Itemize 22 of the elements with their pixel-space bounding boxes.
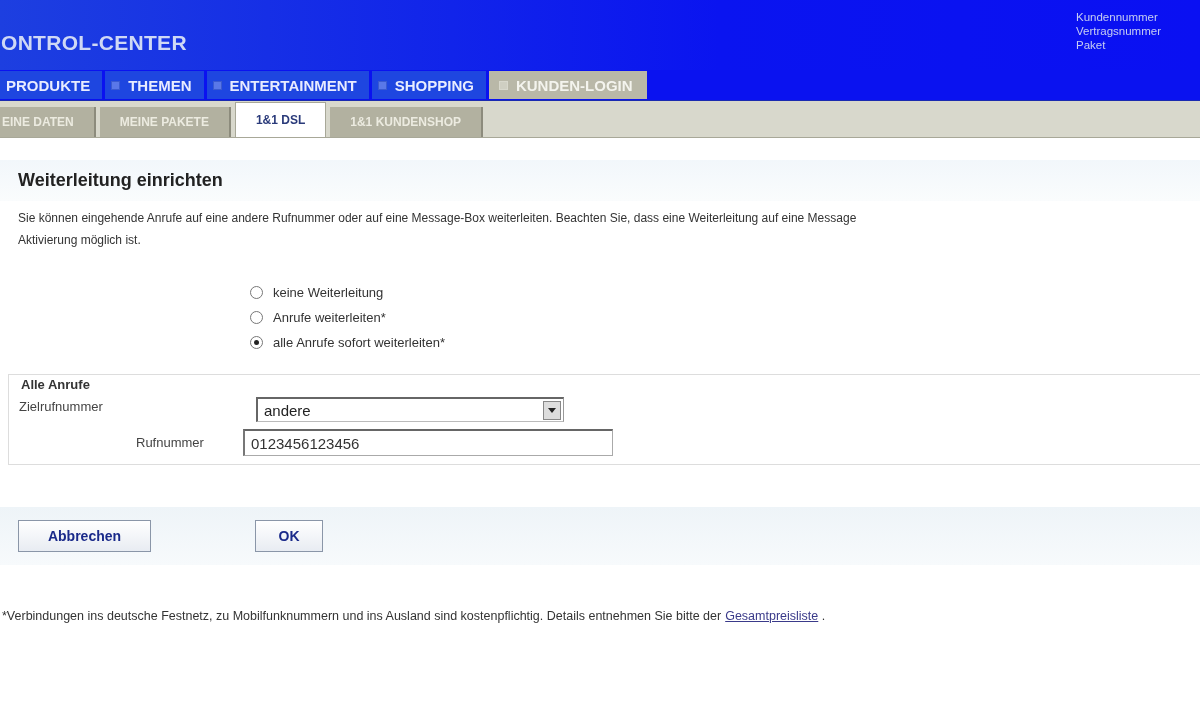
nav-tab[interactable]: THEMEN xyxy=(105,71,207,99)
number-input[interactable]: 0123456123456 xyxy=(243,429,613,456)
price-list-link[interactable]: Gesamtpreisliste xyxy=(725,609,819,623)
site-title: ONTROL-CENTER xyxy=(1,31,187,56)
field-label: Zielrufnummer xyxy=(19,399,104,414)
form-button[interactable]: OK xyxy=(255,520,323,552)
sub-tab[interactable]: 1&1 DSL xyxy=(234,102,327,137)
field-label: Rufnummer xyxy=(136,435,205,450)
radio-option[interactable]: Anrufe weiterleiten* xyxy=(250,310,1200,325)
form-button[interactable]: Abbrechen xyxy=(18,520,151,552)
account-label: Kundennummer xyxy=(1076,10,1159,24)
form-heading: Weiterleitung einrichten xyxy=(18,170,224,191)
account-label: Paket xyxy=(1076,38,1107,52)
description-text: Sie können eingehende Anrufe auf eine andere Rufnummer oder auf eine Message-Box weiterleiten. Beachten Sie, dass eine Weiterleitung auf eine Message Aktivierung möglich ist. xyxy=(18,210,858,249)
account-label: Vertragsnummer xyxy=(1076,24,1162,38)
target-dropdown[interactable]: andere xyxy=(256,397,564,422)
radio-option[interactable]: alle Anrufe sofort weiterleiten* xyxy=(250,335,1200,350)
radio-option[interactable]: keine Weiterleitung xyxy=(250,285,1200,300)
nav-tab[interactable]: SHOPPING xyxy=(371,71,489,99)
footnote-period: . xyxy=(821,609,826,623)
nav-tab[interactable]: ENTERTAINMENT xyxy=(206,71,372,99)
footnote-text: *Verbindungen ins deutsche Festnetz, zu Mobilfunknummern und ins Ausland sind kostenpflichtig. Details entnehmen Sie bitte der Gesamtpreisliste . xyxy=(2,609,827,623)
